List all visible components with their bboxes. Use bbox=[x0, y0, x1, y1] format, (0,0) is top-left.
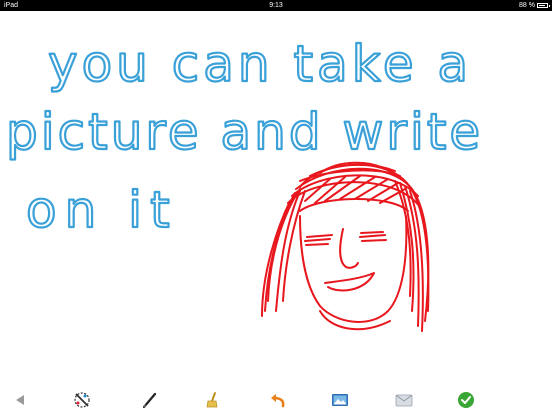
battery-indicator: 88 % bbox=[519, 0, 550, 11]
color-palette-button[interactable] bbox=[72, 390, 92, 410]
done-button[interactable] bbox=[456, 390, 476, 410]
face-drawing bbox=[261, 161, 430, 332]
mail-button[interactable] bbox=[394, 390, 414, 410]
color-palette-icon bbox=[74, 392, 90, 408]
photo-button[interactable] bbox=[330, 390, 350, 410]
undo-arrow-icon bbox=[271, 394, 285, 408]
battery-percent: 88 % bbox=[519, 2, 535, 9]
mail-icon bbox=[395, 394, 413, 407]
bottom-toolbar bbox=[0, 384, 552, 414]
pen-button[interactable] bbox=[140, 390, 160, 410]
photo-icon bbox=[332, 394, 348, 406]
back-arrow-icon bbox=[16, 395, 24, 405]
handwriting-line-1: you can take a bbox=[48, 35, 472, 93]
drawing-layer: you can take a picture and write on it bbox=[5, 34, 483, 332]
battery-icon bbox=[537, 3, 550, 8]
undo-button[interactable] bbox=[268, 390, 288, 410]
checkmark-done-icon bbox=[458, 392, 474, 408]
handwriting-line-3: on it bbox=[26, 181, 178, 239]
drawing-canvas[interactable]: you can take a picture and write on it bbox=[0, 11, 552, 384]
battery-fill bbox=[539, 5, 546, 6]
clock: 9:13 bbox=[269, 2, 283, 9]
eraser-broom-icon bbox=[206, 392, 218, 408]
status-bar: iPad 9:13 88 % bbox=[0, 0, 552, 11]
handwriting-line-2: picture and write bbox=[6, 103, 483, 161]
back-button[interactable] bbox=[10, 390, 30, 410]
pen-icon bbox=[142, 392, 157, 409]
eraser-button[interactable] bbox=[202, 390, 222, 410]
